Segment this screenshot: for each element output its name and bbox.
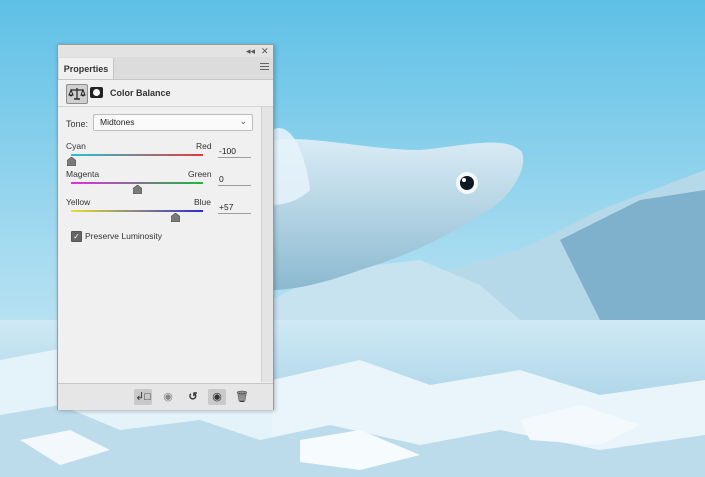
slider-yellow-label: Yellow (66, 197, 91, 207)
magenta-green-thumb[interactable] (133, 185, 142, 194)
adjustment-header: Color Balance (58, 80, 273, 107)
tone-label: Tone: (66, 119, 89, 129)
view-previous-icon[interactable]: ◉ (159, 389, 177, 405)
slider-cyan-label: Cyan (66, 141, 86, 151)
tone-value: Midtones (100, 117, 135, 127)
cyan-red-thumb[interactable] (67, 157, 76, 166)
cyan-red-value[interactable]: -100 (218, 145, 251, 158)
magenta-green-track[interactable] (71, 182, 203, 184)
adjustment-title: Color Balance (110, 88, 171, 98)
trash-icon[interactable]: 🗑 (233, 389, 251, 405)
panel-content: Tone: Midtones ⌄ Cyan Red -100 Magenta G… (58, 107, 261, 382)
magenta-green-value[interactable]: 0 (218, 173, 251, 186)
panel-bottom-bar: ↲□ ◉ ↺ ◉ 🗑 (58, 383, 273, 410)
yellow-blue-track[interactable] (71, 210, 203, 212)
slider-magenta-label: Magenta (66, 169, 100, 179)
panel-scrollbar[interactable] (261, 107, 273, 382)
yellow-blue-thumb[interactable] (170, 213, 180, 222)
chevron-down-icon: ⌄ (239, 116, 247, 126)
slider-green-label: Green (188, 169, 212, 179)
tone-dropdown[interactable]: Midtones ⌄ (93, 114, 253, 131)
cyan-red-track[interactable] (71, 154, 203, 156)
scales-icon[interactable] (66, 84, 88, 104)
panel-tab-row: Properties (58, 57, 273, 80)
slider-blue-label: Blue (194, 197, 212, 207)
preserve-luminosity-label[interactable]: Preserve Luminosity (85, 231, 162, 241)
yellow-blue-value[interactable]: +57 (218, 201, 251, 214)
panel-titlebar: ◂◂ ✕ (58, 45, 273, 57)
clip-to-layer-icon[interactable]: ↲□ (134, 389, 152, 405)
checkbox-icon: ✓ (73, 232, 80, 241)
preserve-luminosity-checkbox[interactable]: ✓ (71, 231, 82, 242)
properties-panel: ◂◂ ✕ Properties Color Balance Tone: Midt… (57, 44, 274, 410)
tab-properties[interactable]: Properties (59, 58, 114, 79)
close-panel-button[interactable]: ✕ (261, 45, 269, 57)
eye-icon[interactable]: ◉ (208, 389, 226, 405)
panel-menu-icon[interactable] (260, 63, 269, 72)
slider-red-label: Red (196, 141, 212, 151)
mask-icon[interactable] (90, 87, 103, 98)
reset-icon[interactable]: ↺ (184, 389, 202, 405)
collapse-panel-button[interactable]: ◂◂ (246, 45, 255, 57)
